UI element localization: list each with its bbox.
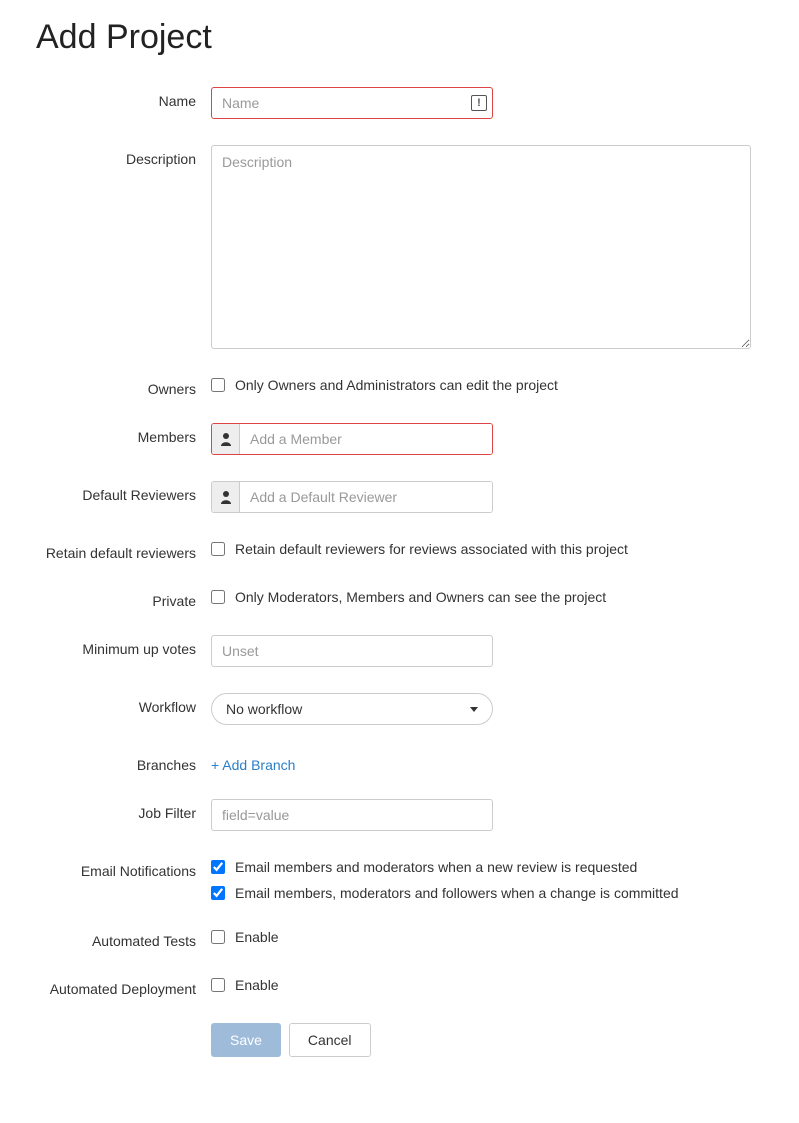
save-button[interactable]: Save xyxy=(211,1023,281,1057)
label-workflow: Workflow xyxy=(36,693,211,715)
private-label: Only Moderators, Members and Owners can … xyxy=(235,589,606,605)
owners-only-label: Only Owners and Administrators can edit … xyxy=(235,377,558,393)
workflow-select[interactable]: No workflow xyxy=(211,693,493,725)
default-reviewers-input[interactable] xyxy=(240,482,492,512)
cancel-button[interactable]: Cancel xyxy=(289,1023,371,1057)
label-private: Private xyxy=(36,587,211,609)
owners-only-checkbox[interactable] xyxy=(211,378,225,392)
retain-default-reviewers-checkbox[interactable] xyxy=(211,542,225,556)
email-new-review-checkbox[interactable] xyxy=(211,860,225,874)
label-name: Name xyxy=(36,87,211,109)
retain-default-reviewers-label: Retain default reviewers for reviews ass… xyxy=(235,541,628,557)
page-title: Add Project xyxy=(36,18,763,57)
person-icon xyxy=(212,424,240,454)
label-min-up-votes: Minimum up votes xyxy=(36,635,211,657)
label-owners: Owners xyxy=(36,375,211,397)
label-email-notifications: Email Notifications xyxy=(36,857,211,879)
email-change-committed-label: Email members, moderators and followers … xyxy=(235,885,679,901)
label-retain-default-reviewers: Retain default reviewers xyxy=(36,539,211,561)
add-branch-link[interactable]: + Add Branch xyxy=(211,751,763,773)
email-change-committed-checkbox[interactable] xyxy=(211,886,225,900)
label-description: Description xyxy=(36,145,211,167)
automated-deployment-checkbox[interactable] xyxy=(211,978,225,992)
label-job-filter: Job Filter xyxy=(36,799,211,821)
email-new-review-label: Email members and moderators when a new … xyxy=(235,859,637,875)
workflow-selected-value: No workflow xyxy=(226,701,302,717)
job-filter-input[interactable] xyxy=(211,799,493,831)
description-input[interactable] xyxy=(211,145,751,349)
label-automated-deployment: Automated Deployment xyxy=(36,975,211,997)
warning-icon: ! xyxy=(471,95,487,111)
name-input[interactable] xyxy=(211,87,493,119)
min-up-votes-input[interactable] xyxy=(211,635,493,667)
automated-tests-label: Enable xyxy=(235,929,279,945)
label-members: Members xyxy=(36,423,211,445)
automated-deployment-label: Enable xyxy=(235,977,279,993)
automated-tests-checkbox[interactable] xyxy=(211,930,225,944)
label-default-reviewers: Default Reviewers xyxy=(36,481,211,503)
label-automated-tests: Automated Tests xyxy=(36,927,211,949)
members-input[interactable] xyxy=(240,424,492,454)
label-branches: Branches xyxy=(36,751,211,773)
private-checkbox[interactable] xyxy=(211,590,225,604)
person-icon xyxy=(212,482,240,512)
chevron-down-icon xyxy=(470,707,478,712)
